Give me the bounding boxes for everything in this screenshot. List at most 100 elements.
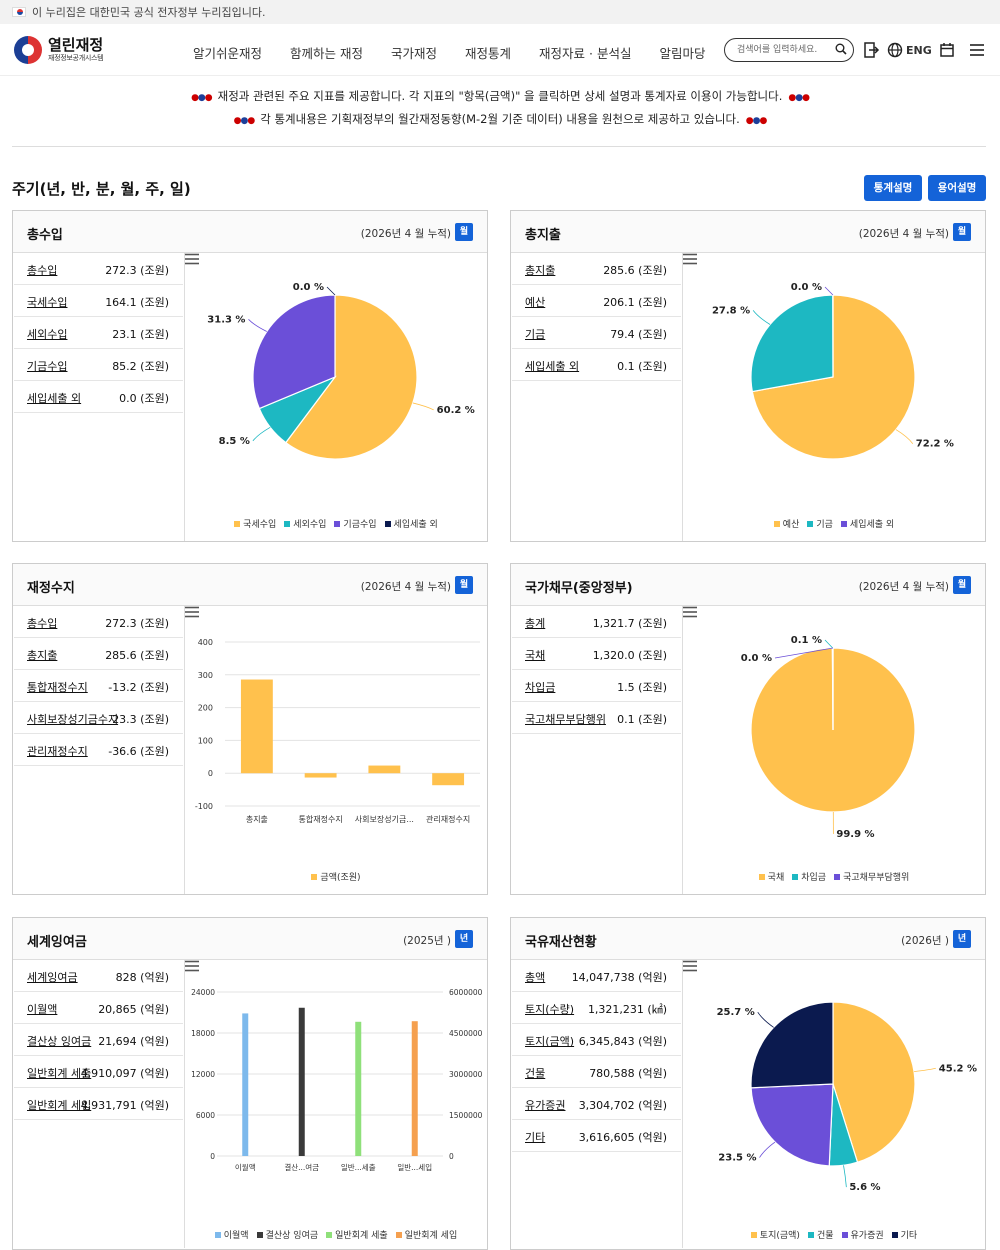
legend-item[interactable]: 일반회계 세출 — [326, 1228, 388, 1241]
indicator-label[interactable]: 국세수입 — [27, 294, 67, 310]
indicator-label[interactable]: 토지(금액) — [525, 1033, 574, 1049]
chart-legend: 국세수입 세외수입 기금수입 세입세출 외 — [185, 517, 487, 530]
login-icon[interactable] — [862, 41, 880, 59]
search-icon[interactable] — [835, 43, 847, 55]
indicator-label[interactable]: 이월액 — [27, 1001, 57, 1017]
list-item[interactable]: 차입금 1.5 (조원) — [512, 670, 681, 702]
legend-item[interactable]: 세외수입 — [284, 517, 326, 530]
list-item[interactable]: 토지(금액) 6,345,843 (억원) — [512, 1024, 681, 1056]
period-badge[interactable]: 월 — [455, 223, 473, 241]
indicator-label[interactable]: 세입세출 외 — [27, 390, 81, 406]
globe-icon[interactable] — [886, 41, 904, 59]
legend-item[interactable]: 건물 — [807, 1228, 834, 1241]
indicator-label[interactable]: 예산 — [525, 294, 545, 310]
list-item[interactable]: 일반회계 세출 4,910,097 (억원) — [14, 1056, 183, 1088]
legend-swatch — [234, 521, 241, 527]
legend-item[interactable]: 예산 — [773, 517, 799, 530]
legend-item[interactable]: 기금 — [807, 517, 833, 530]
list-item[interactable]: 기타 3,616,605 (억원) — [512, 1120, 681, 1152]
list-item[interactable]: 총수입 272.3 (조원) — [14, 253, 183, 285]
list-item[interactable]: 관리재정수지 -36.6 (조원) — [14, 734, 183, 766]
list-item[interactable]: 기금수입 85.2 (조원) — [14, 349, 183, 381]
period-badge[interactable]: 월 — [953, 223, 971, 241]
list-item[interactable]: 총계 1,321.7 (조원) — [512, 606, 681, 638]
indicator-value: 3,616,605 (억원) — [578, 1131, 667, 1144]
site-logo[interactable]: 열린재정 재정정보공개시스템 — [14, 36, 104, 64]
indicator-label[interactable]: 세외수입 — [27, 326, 67, 342]
list-item[interactable]: 통합재정수지 -13.2 (조원) — [14, 670, 183, 702]
list-item[interactable]: 토지(수량) 1,321,231 (㎢) — [512, 992, 681, 1024]
period-badge[interactable]: 년 — [953, 930, 971, 948]
indicator-label[interactable]: 기금 — [525, 326, 545, 342]
indicator-label[interactable]: 총액 — [525, 969, 545, 985]
nav-item-national-finance[interactable]: 국가재정 — [391, 43, 437, 62]
nav-item-together-finance[interactable]: 함께하는 재정 — [290, 43, 363, 62]
nav-item-data-analysis[interactable]: 재정자료 · 분석실 — [539, 43, 631, 62]
list-item[interactable]: 유가증권 3,304,702 (억원) — [512, 1088, 681, 1120]
stats-explain-button[interactable]: 통계설명 — [864, 175, 922, 201]
indicator-label[interactable]: 총지출 — [27, 647, 57, 663]
period-badge[interactable]: 년 — [455, 930, 473, 948]
legend-item[interactable]: 일반회계 세입 — [395, 1228, 457, 1241]
list-item[interactable]: 예산 206.1 (조원) — [512, 285, 681, 317]
list-item[interactable]: 일반회계 세입 4,931,791 (억원) — [14, 1088, 183, 1120]
list-item[interactable]: 국고채무부담행위 0.1 (조원) — [512, 702, 681, 734]
indicator-label[interactable]: 총계 — [525, 615, 545, 631]
legend-item[interactable]: 국채 — [758, 870, 784, 883]
list-item[interactable]: 총지출 285.6 (조원) — [14, 638, 183, 670]
legend-item[interactable]: 금액(조원) — [311, 870, 361, 883]
list-item[interactable]: 국채 1,320.0 (조원) — [512, 638, 681, 670]
list-item[interactable]: 세계잉여금 828 (억원) — [14, 960, 183, 992]
list-item[interactable]: 세입세출 외 0.1 (조원) — [512, 349, 681, 381]
list-item[interactable]: 총액 14,047,738 (억원) — [512, 960, 681, 992]
list-item[interactable]: 세입세출 외 0.0 (조원) — [14, 381, 183, 413]
indicator-label[interactable]: 관리재정수지 — [27, 743, 88, 759]
indicator-label[interactable]: 통합재정수지 — [27, 679, 88, 695]
indicator-label[interactable]: 건물 — [525, 1065, 545, 1081]
indicator-label[interactable]: 세입세출 외 — [525, 358, 579, 374]
list-item[interactable]: 총수입 272.3 (조원) — [14, 606, 183, 638]
legend-item[interactable]: 토지(금액) — [750, 1228, 800, 1241]
indicator-label[interactable]: 토지(수량) — [525, 1001, 574, 1017]
indicator-label[interactable]: 총수입 — [27, 262, 57, 278]
nav-item-notice[interactable]: 알림마당 — [659, 43, 705, 62]
search-input[interactable]: 검색어를 입력하세요. — [724, 38, 854, 62]
indicator-label[interactable]: 사회보장성기금수지 — [27, 711, 118, 727]
legend-item[interactable]: 이월액 — [214, 1228, 249, 1241]
legend-item[interactable]: 기타 — [891, 1228, 917, 1241]
hamburger-menu-icon[interactable] — [968, 41, 986, 59]
nav-item-easy-finance[interactable]: 알기쉬운재정 — [193, 43, 262, 62]
indicator-label[interactable]: 유가증권 — [525, 1097, 565, 1113]
indicator-label[interactable]: 결산상 잉여금 — [27, 1033, 91, 1049]
list-item[interactable]: 기금 79.4 (조원) — [512, 317, 681, 349]
terms-explain-button[interactable]: 용어설명 — [928, 175, 986, 201]
calendar-icon[interactable] — [938, 41, 956, 59]
indicator-label[interactable]: 세계잉여금 — [27, 969, 78, 985]
indicator-label[interactable]: 총수입 — [27, 615, 57, 631]
legend-item[interactable]: 결산상 잉여금 — [256, 1228, 318, 1241]
legend-item[interactable]: 차입금 — [792, 870, 826, 883]
indicator-label[interactable]: 기타 — [525, 1129, 545, 1145]
legend-item[interactable]: 국세수입 — [234, 517, 276, 530]
indicator-label[interactable]: 차입금 — [525, 679, 555, 695]
list-item[interactable]: 건물 780,588 (억원) — [512, 1056, 681, 1088]
legend-item[interactable]: 기금수입 — [334, 517, 377, 530]
period-badge[interactable]: 월 — [953, 576, 971, 594]
list-item[interactable]: 국세수입 164.1 (조원) — [14, 285, 183, 317]
indicator-label[interactable]: 총지출 — [525, 262, 555, 278]
legend-item[interactable]: 세입세출 외 — [384, 517, 438, 530]
list-item[interactable]: 사회보장성기금수지 23.3 (조원) — [14, 702, 183, 734]
legend-item[interactable]: 세입세출 외 — [840, 517, 894, 530]
language-toggle[interactable]: ENG — [906, 44, 932, 57]
legend-item[interactable]: 유가증권 — [841, 1228, 884, 1241]
list-item[interactable]: 총지출 285.6 (조원) — [512, 253, 681, 285]
indicator-label[interactable]: 기금수입 — [27, 358, 67, 374]
indicator-label[interactable]: 국고채무부담행위 — [525, 711, 606, 727]
legend-item[interactable]: 국고채무부담행위 — [834, 870, 909, 883]
nav-item-finance-stats[interactable]: 재정통계 — [465, 43, 511, 62]
list-item[interactable]: 결산상 잉여금 21,694 (억원) — [14, 1024, 183, 1056]
indicator-label[interactable]: 국채 — [525, 647, 545, 663]
list-item[interactable]: 이월액 20,865 (억원) — [14, 992, 183, 1024]
list-item[interactable]: 세외수입 23.1 (조원) — [14, 317, 183, 349]
period-badge[interactable]: 월 — [455, 576, 473, 594]
